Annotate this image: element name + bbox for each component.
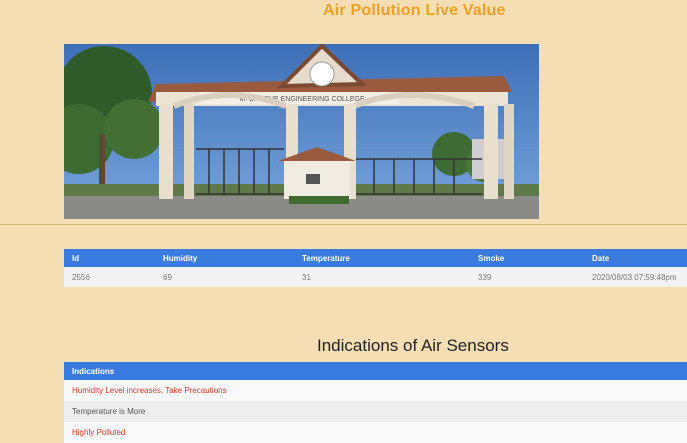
table-row: 2556 69 31 339 2020/08/03 07:59:48pm xyxy=(64,267,687,287)
cell-humidity: 69 xyxy=(155,267,294,287)
col-header-temperature: Temperature xyxy=(294,249,470,267)
indications-header: Indications xyxy=(64,362,687,380)
cell-temperature: 31 xyxy=(294,267,470,287)
col-header-smoke: Smoke xyxy=(470,249,584,267)
col-header-id: Id xyxy=(64,249,155,267)
indication-humidity: Humidity Level increases, Take Precautio… xyxy=(64,380,687,401)
col-header-humidity: Humidity xyxy=(155,249,294,267)
readings-table: Id Humidity Temperature Smoke Date 2556 … xyxy=(64,249,687,287)
cell-id: 2556 xyxy=(64,267,155,287)
section-divider xyxy=(0,224,687,225)
list-item: Humidity Level increases, Take Precautio… xyxy=(64,380,687,401)
indications-table: Indications Humidity Level increases, Ta… xyxy=(64,362,687,443)
indication-pollution: Highly Polluted xyxy=(64,422,687,443)
indication-temperature: Temperature is More xyxy=(64,401,687,422)
cell-date: 2020/08/03 07:59:48pm xyxy=(584,267,687,287)
cell-smoke: 339 xyxy=(470,267,584,287)
table-header-row: Id Humidity Temperature Smoke Date xyxy=(64,249,687,267)
page-title: Air Pollution Live Value xyxy=(323,2,506,19)
college-gate-photo: M. S. BIDVE ENGINEERING COLLEGE xyxy=(64,44,539,219)
indications-header-row: Indications xyxy=(64,362,687,380)
col-header-date: Date xyxy=(584,249,687,267)
indications-title: Indications of Air Sensors xyxy=(317,336,509,355)
list-item: Highly Polluted xyxy=(64,422,687,443)
list-item: Temperature is More xyxy=(64,401,687,422)
